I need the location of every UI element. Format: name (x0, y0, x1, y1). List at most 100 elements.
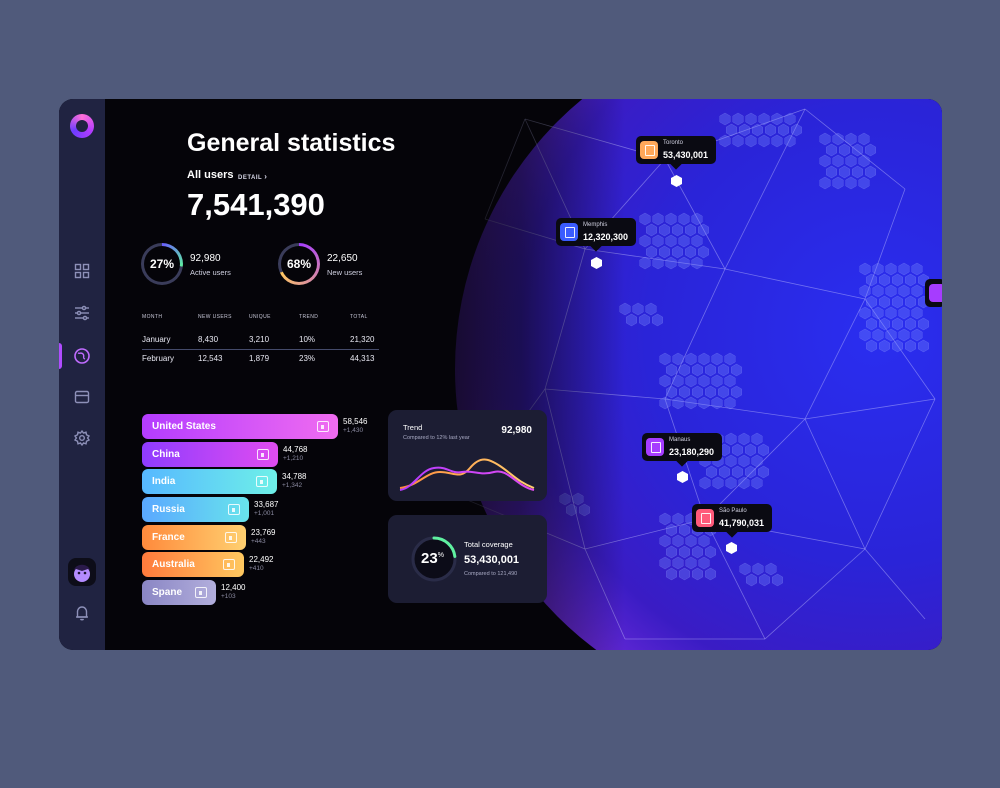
table-row[interactable]: January 8,430 3,210 10% 21,320 (142, 331, 379, 350)
avatar[interactable] (68, 558, 96, 586)
coverage-card[interactable]: 23% Total coverage 53,430,001 Compared t… (388, 515, 547, 603)
country-name: France (152, 532, 185, 543)
land-hex (626, 313, 637, 327)
detail-link[interactable]: DETAIL › (238, 172, 267, 181)
sliders-icon[interactable] (73, 304, 91, 322)
land-hex (885, 284, 897, 298)
country-bar[interactable]: Spane (142, 580, 216, 605)
land-hex (911, 306, 923, 320)
network-line (804, 398, 936, 420)
country-bar[interactable]: United States (142, 414, 338, 439)
land-hex (752, 562, 764, 576)
land-hex (859, 306, 871, 320)
land-hex (905, 317, 916, 331)
land-hex (732, 112, 744, 126)
land-hex (879, 317, 890, 331)
table-header: MONTH NEW USERS UNIQUE TREND TOTAL (142, 314, 368, 320)
country-name: United States (152, 421, 216, 432)
land-hex (678, 256, 690, 270)
land-hex (659, 556, 671, 570)
land-hex (724, 396, 736, 410)
land-hex (765, 562, 777, 576)
land-hex (665, 234, 677, 248)
trend-sparkline (399, 458, 535, 491)
land-hex (639, 256, 651, 270)
land-hex (666, 545, 677, 559)
map-pin-toronto[interactable]: Toronto 53,430,001 (636, 136, 716, 170)
coverage-percent: 23% (421, 550, 444, 567)
land-hex (659, 223, 670, 237)
land-hex (685, 534, 697, 548)
country-bar[interactable]: China (142, 442, 278, 467)
land-hex (679, 523, 690, 537)
network-line (864, 548, 926, 620)
land-hex (672, 245, 683, 259)
country-value: 12,400 (221, 583, 246, 592)
map-pin-manaus[interactable]: Manaus 23,180,290 (642, 433, 722, 467)
country-bar[interactable]: France (142, 525, 246, 550)
pin-value: 12,320,300 (583, 232, 629, 242)
country-name: Spane (152, 587, 183, 598)
country-bar[interactable]: Russia (142, 497, 249, 522)
country-delta: +1,342 (282, 482, 303, 489)
country-value: 23,769 (251, 528, 276, 537)
land-hex (725, 454, 737, 468)
land-hex (698, 374, 710, 388)
land-hex (698, 352, 710, 366)
land-hex (698, 223, 709, 237)
church-icon (228, 504, 240, 515)
settings-icon[interactable] (73, 429, 91, 447)
dashboard-icon[interactable] (73, 262, 91, 280)
land-hex (705, 567, 716, 581)
land-hex (678, 212, 690, 226)
globe-map[interactable]: Toronto 53,430,001 Memphis 12,320,300 Ma… (105, 99, 942, 650)
all-users-label: All users (187, 169, 234, 181)
map-pin-sao-paulo[interactable]: São Paulo 41,790,031 (692, 504, 772, 538)
land-hex (772, 573, 783, 587)
country-bar[interactable]: India (142, 469, 277, 494)
land-hex (832, 176, 844, 190)
country-bar[interactable]: Australia (142, 552, 244, 577)
land-hex (866, 295, 877, 309)
app-window: Toronto 53,430,001 Memphis 12,320,300 Ma… (59, 99, 942, 650)
table-row[interactable]: February 12,543 1,879 23% 44,313 (142, 350, 379, 369)
land-hex (866, 273, 877, 287)
land-hex (705, 545, 716, 559)
land-hex (718, 363, 729, 377)
land-hex (898, 284, 910, 298)
pin-value: 53,430,001 (663, 150, 709, 160)
land-hex (659, 534, 671, 548)
land-hex (879, 339, 890, 353)
land-hex (725, 476, 737, 490)
active-users-value: 92,980 (190, 253, 221, 264)
bank-icon (696, 509, 714, 527)
country-value: 44,768 (283, 445, 308, 454)
pin-value: 41,790,031 (719, 518, 765, 528)
land-hex (819, 176, 831, 190)
land-hex (706, 465, 717, 479)
land-hex (724, 374, 736, 388)
land-hex (911, 284, 923, 298)
land-hex (859, 284, 871, 298)
coverage-value: 53,430,001 (464, 554, 520, 566)
map-pin-offscreen[interactable] (925, 279, 942, 307)
land-hex (646, 245, 657, 259)
land-hex (865, 165, 876, 179)
page-title: General statistics (187, 129, 396, 157)
card-icon[interactable] (73, 388, 91, 406)
new-users-ring: 68% (278, 243, 320, 285)
land-hex (832, 132, 844, 146)
land-hex (745, 443, 756, 457)
land-hex (679, 385, 690, 399)
land-hex (778, 123, 789, 137)
map-pin-memphis[interactable]: Memphis 12,320,300 (556, 218, 636, 252)
logo-icon[interactable] (70, 114, 94, 138)
trend-card[interactable]: Trend Compared to 12% last year 92,980 (388, 410, 547, 501)
bell-icon[interactable] (73, 604, 91, 622)
land-hex (711, 374, 723, 388)
land-hex (679, 567, 690, 581)
globe-icon[interactable] (73, 347, 91, 365)
land-hex (685, 223, 696, 237)
monument-icon (256, 476, 268, 487)
land-hex (759, 573, 770, 587)
